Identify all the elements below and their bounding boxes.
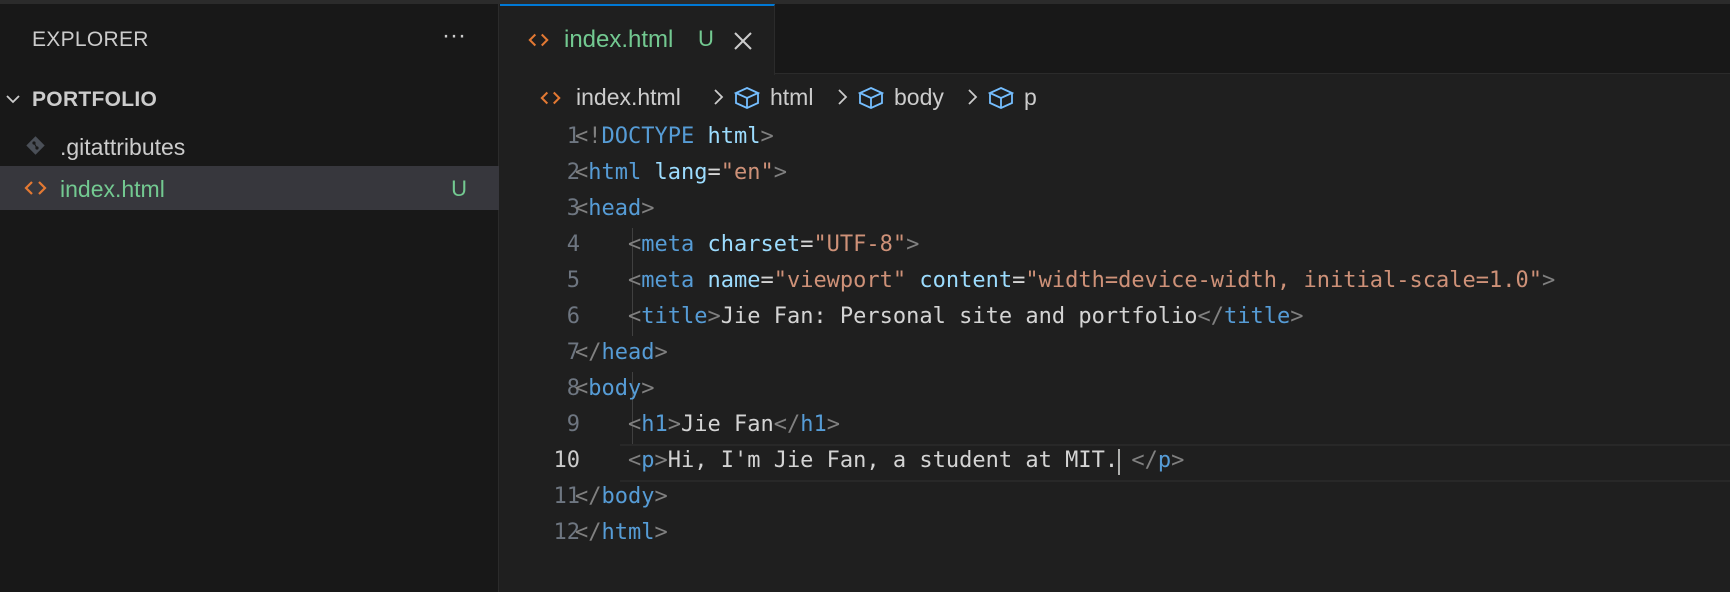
line-number: 6 xyxy=(566,304,580,329)
git-file-icon xyxy=(26,136,45,155)
line-text: <p>Hi, I'm Jie Fan, a student at MIT. </… xyxy=(627,448,1185,473)
chevron-right-icon xyxy=(714,89,724,105)
breadcrumb-item-body[interactable]: body xyxy=(894,84,944,111)
line-text: <html lang="en"> xyxy=(575,160,787,185)
line-number: 9 xyxy=(566,412,580,437)
tab-index-html[interactable]: index.html U xyxy=(500,4,775,75)
tab-bar: index.html U xyxy=(500,4,1730,75)
line-number: 2 xyxy=(566,160,580,185)
code-line[interactable]: 7 </head> xyxy=(500,336,1730,372)
file-name: index.html xyxy=(60,176,165,202)
line-number: 10 xyxy=(553,448,581,473)
breadcrumb-item-p[interactable]: p xyxy=(1024,84,1037,111)
html-file-icon xyxy=(528,33,549,47)
cube-icon xyxy=(988,87,1014,109)
line-number: 3 xyxy=(566,196,580,221)
cube-icon xyxy=(734,87,760,109)
vscode-window: EXPLORER ··· PORTFOLIO .gitattributes in… xyxy=(0,0,1730,592)
code-line[interactable]: 9 <h1>Jie Fan</h1> xyxy=(500,408,1730,444)
line-text: <h1>Jie Fan</h1> xyxy=(627,412,840,437)
code-line[interactable]: 2 <html lang="en"> xyxy=(500,156,1730,192)
tab-label: index.html xyxy=(564,26,674,53)
line-text: </head> xyxy=(575,340,668,365)
code-editor[interactable]: 1 <!DOCTYPE html> 2 <html lang="en"> 3 <head>… xyxy=(500,120,1730,590)
file-name: .gitattributes xyxy=(60,134,186,160)
folder-name: PORTFOLIO xyxy=(32,88,158,111)
chevron-down-icon xyxy=(6,95,20,104)
line-text: </html> xyxy=(575,520,668,545)
chevron-right-icon xyxy=(968,89,978,105)
breadcrumb: index.html html body p xyxy=(500,76,1730,122)
chevron-right-icon xyxy=(838,89,848,105)
close-icon[interactable] xyxy=(732,30,754,52)
line-number: 7 xyxy=(566,340,580,365)
code-line[interactable]: 3 <head> xyxy=(500,192,1730,228)
line-text: <meta name="viewport" content="width=dev… xyxy=(627,268,1556,293)
code-line[interactable]: 12 </html> xyxy=(500,516,1730,552)
breadcrumb-item-file[interactable]: index.html xyxy=(576,84,681,111)
line-number: 11 xyxy=(553,484,581,509)
editor-area: index.html U index.html html body p 1 <!… xyxy=(500,4,1730,592)
breadcrumb-item-html[interactable]: html xyxy=(770,84,813,111)
line-text: <body> xyxy=(575,376,655,401)
html-file-icon xyxy=(24,181,47,195)
code-line[interactable]: 10 <p>Hi, I'm Jie Fan, a student at MIT.… xyxy=(500,444,1730,482)
file-item-gitattributes[interactable]: .gitattributes xyxy=(0,124,499,168)
text-cursor xyxy=(1117,449,1120,475)
code-line[interactable]: 11 </body> xyxy=(500,480,1730,516)
more-actions-button[interactable]: ··· xyxy=(436,22,472,54)
code-line[interactable]: 8 <body> xyxy=(500,372,1730,408)
folder-portfolio[interactable]: PORTFOLIO xyxy=(0,80,499,120)
explorer-title: EXPLORER xyxy=(32,28,149,51)
code-line[interactable]: 4 <meta charset="UTF-8"> xyxy=(500,228,1730,264)
explorer-sidebar: EXPLORER ··· PORTFOLIO .gitattributes in… xyxy=(0,4,499,592)
file-item-index-html[interactable]: index.html U xyxy=(0,166,499,210)
line-number: 12 xyxy=(553,520,581,545)
git-status-badge: U xyxy=(698,26,714,51)
line-text: <!DOCTYPE html> xyxy=(575,124,774,149)
line-text: </body> xyxy=(575,484,668,509)
line-text: <head> xyxy=(575,196,655,221)
line-number: 5 xyxy=(566,268,580,293)
code-line[interactable]: 1 <!DOCTYPE html> xyxy=(500,120,1730,156)
html-file-icon xyxy=(540,91,561,105)
line-text: <meta charset="UTF-8"> xyxy=(627,232,920,257)
git-status-badge: U xyxy=(451,176,467,201)
line-number: 1 xyxy=(566,124,580,149)
code-line[interactable]: 6 <title>Jie Fan: Personal site and port… xyxy=(500,300,1730,336)
code-line[interactable]: 5 <meta name="viewport" content="width=d… xyxy=(500,264,1730,300)
line-number: 8 xyxy=(566,376,580,401)
cube-icon xyxy=(858,87,884,109)
line-text: <title>Jie Fan: Personal site and portfo… xyxy=(627,304,1304,329)
line-number: 4 xyxy=(566,232,580,257)
